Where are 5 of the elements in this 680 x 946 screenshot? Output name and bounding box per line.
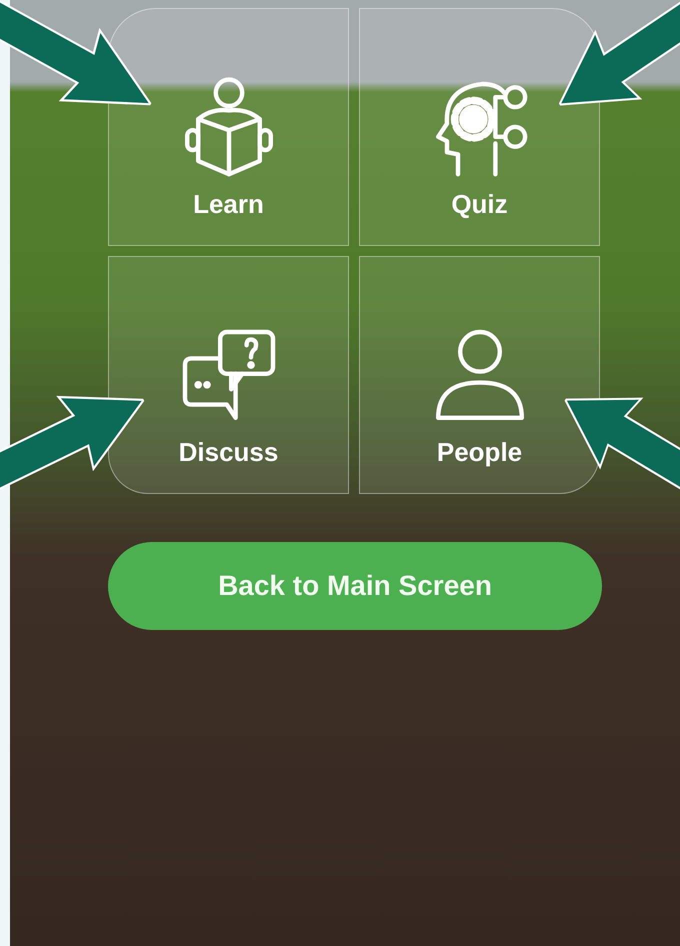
- back-to-main-screen-button[interactable]: Back to Main Screen: [108, 542, 602, 630]
- menu-tile[interactable]: Discuss: [108, 256, 349, 494]
- menu-tile[interactable]: People: [359, 256, 600, 494]
- menu-tile[interactable]: Quiz: [359, 8, 600, 246]
- menu-tile[interactable]: Learn: [108, 8, 349, 246]
